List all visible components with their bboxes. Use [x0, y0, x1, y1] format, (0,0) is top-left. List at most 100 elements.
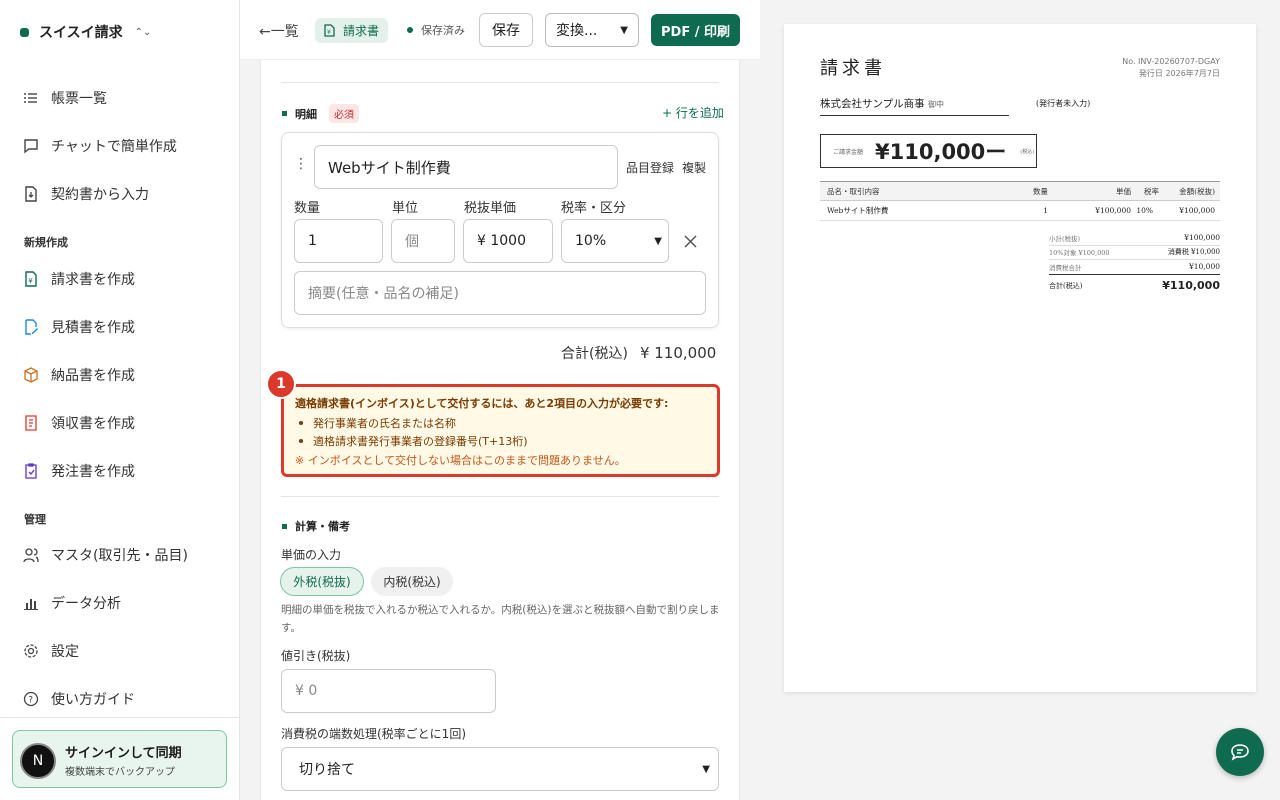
toolbar: ←一覧 ¥ 請求書 保存済み 保存 変換... ▼ PDF / 印刷 [240, 0, 760, 60]
warning-item: 適格請求書発行事業者の登録番号(T+13桁) [299, 433, 706, 449]
discount-input[interactable]: ¥ 0 [281, 669, 496, 713]
signin-subtitle: 複数端末でバックアップ [65, 767, 175, 778]
status-dot-icon [407, 27, 413, 33]
svg-text:?: ? [28, 696, 33, 706]
sidebar-item-label: 設定 [51, 644, 79, 660]
chat-icon [22, 137, 40, 155]
bullet-icon [282, 523, 287, 529]
gear-icon [22, 642, 40, 660]
convert-select-value: 変換... [556, 23, 598, 39]
rounding-label: 消費税の端数処理(税率ごとに1回) [281, 727, 466, 741]
item-name-input[interactable]: Webサイト制作費 [314, 145, 618, 189]
column-header: 金額(税抜) [1179, 186, 1215, 196]
sidebar-item-master[interactable]: マスタ(取引先・品目) [22, 543, 188, 567]
edit-document-icon [22, 318, 40, 336]
signin-card[interactable]: N サインインして同期 複数端末でバックアップ [12, 730, 227, 788]
option-tax-inclusive[interactable]: 内税(税込) [371, 567, 453, 596]
column-header: 単価 [1116, 186, 1131, 196]
client-name: 株式会社サンプル商事 [820, 98, 925, 110]
sidebar-item-documents[interactable]: 帳票一覧 [22, 86, 107, 110]
tax-rate-value: 10% [575, 233, 607, 249]
sidebar-item-label: 見積書を作成 [51, 320, 135, 336]
grand-total-label: 合計(税込) [1049, 281, 1083, 290]
table-header: 品名・取引内容 数量 単価 税率 金額(税抜) [820, 181, 1220, 201]
memo-input[interactable]: 摘要(任意・品名の補足) [294, 271, 706, 315]
chevron-down-icon: ▼ [620, 24, 628, 36]
taxtotal-label: 消費税合計 [1049, 263, 1082, 272]
duplicate-button[interactable]: 複製 [682, 159, 706, 176]
qty-input[interactable]: 1 [294, 219, 383, 263]
invoice-icon: ¥ [22, 270, 40, 288]
grand-total-row: 合計(税込) ¥110,000 [1049, 275, 1220, 297]
price-input-mode-label: 単価の入力 [281, 548, 342, 562]
back-link[interactable]: ←一覧 [259, 21, 299, 41]
sidebar-item-new-order[interactable]: 発注書を作成 [22, 459, 135, 483]
issue-date: 発行日 2026年7月7日 [1138, 69, 1220, 78]
price-input[interactable]: ¥ 1000 [463, 219, 553, 263]
app-switcher[interactable]: スイスイ請求 ⌃⌄ [20, 22, 151, 42]
avatar: N [20, 743, 56, 779]
table-cell: 10% [1136, 206, 1153, 215]
sidebar-item-new-invoice[interactable]: ¥ 請求書を作成 [22, 267, 135, 291]
svg-text:¥: ¥ [327, 29, 331, 36]
invoice-preview: 請求書 No. INV-20260707-DGAY 発行日 2026年7月7日 … [784, 24, 1256, 692]
sidebar-item-analytics[interactable]: データ分析 [22, 591, 121, 615]
rounding-select[interactable]: 切り捨て ▼ [281, 747, 719, 791]
save-status-label: 保存済み [421, 24, 465, 37]
sidebar-item-guide[interactable]: ? 使い方ガイド [22, 687, 135, 711]
signin-title: サインインして同期 [65, 746, 182, 761]
sidebar-item-label: 領収書を作成 [51, 416, 135, 432]
bar-chart-icon [22, 594, 40, 612]
warning-item: 発行事業者の氏名または名称 [299, 415, 706, 431]
chat-icon [1230, 743, 1250, 761]
tax-breakdown-row: 10%対象 ¥100,000 消費税 ¥10,000 [1049, 246, 1220, 260]
rounding-value: 切り捨て [299, 762, 355, 778]
save-button[interactable]: 保存 [479, 13, 533, 47]
sidebar-item-new-receipt[interactable]: 領収書を作成 [22, 411, 135, 435]
sidebar-item-label: 納品書を作成 [51, 368, 135, 384]
section-new: 新規作成 [24, 236, 68, 249]
sidebar-item-label: 発注書を作成 [51, 464, 135, 480]
users-icon [22, 546, 40, 564]
convert-select[interactable]: 変換... ▼ [545, 13, 639, 47]
file-import-icon [22, 185, 40, 203]
sidebar-item-new-delivery[interactable]: 納品書を作成 [22, 363, 135, 387]
amount-value: ¥110,000ー [875, 140, 1007, 164]
column-header: 数量 [1033, 186, 1048, 196]
preview-summary: 小計(税抜) ¥100,000 10%対象 ¥100,000 消費税 ¥10,0… [1049, 231, 1220, 297]
sidebar-item-settings[interactable]: 設定 [22, 639, 79, 663]
sidebar-item-new-estimate[interactable]: 見積書を作成 [22, 315, 135, 339]
bullet-icon [282, 111, 287, 116]
total-value: ¥ 110,000 [639, 344, 717, 362]
grand-total-value: ¥110,000 [1162, 279, 1220, 292]
sidebar: スイスイ請求 ⌃⌄ 帳票一覧 チャットで簡単作成 契約書から入力 新規作成 ¥ … [0, 0, 240, 800]
pdf-print-button[interactable]: PDF / 印刷 [651, 14, 740, 46]
warning-note: ※ インボイスとして交付しない場合はこのままで問題ありません。 [295, 454, 626, 467]
price-label: 税抜単価 [464, 201, 517, 216]
section-admin: 管理 [24, 513, 46, 526]
total-label: 合計(税込) [561, 346, 628, 362]
sidebar-item-label: 帳票一覧 [51, 91, 107, 107]
package-icon [22, 366, 40, 384]
tax-rate-select[interactable]: 10% ▼ [561, 219, 669, 263]
amount-label: ご請求金額 [833, 148, 864, 156]
receipt-icon [22, 414, 40, 432]
sidebar-item-label: マスタ(取引先・品目) [51, 548, 188, 564]
unit-input[interactable]: 個 [391, 219, 455, 263]
chevron-down-icon: ▼ [654, 235, 662, 247]
tax-amount: 消費税 ¥10,000 [1167, 248, 1220, 257]
sidebar-item-chat[interactable]: チャットで簡単作成 [22, 134, 177, 158]
step-badge: 1 [266, 369, 296, 399]
subtotal-label: 小計(税抜) [1049, 234, 1081, 243]
table-cell: Webサイト制作費 [827, 206, 889, 215]
close-icon[interactable] [683, 234, 698, 253]
save-status: 保存済み [407, 22, 465, 38]
lines-section-title: 明細 必須 [282, 104, 359, 123]
calc-section-title: 計算・備考 [282, 518, 350, 534]
chat-button[interactable] [1216, 728, 1264, 776]
add-row-button[interactable]: + 行を追加 [662, 104, 724, 121]
section-label: 計算・備考 [295, 520, 350, 533]
option-tax-exclusive[interactable]: 外税(税抜) [280, 567, 364, 596]
sidebar-item-contract[interactable]: 契約書から入力 [22, 182, 149, 206]
register-item-button[interactable]: 品目登録 [626, 159, 674, 176]
